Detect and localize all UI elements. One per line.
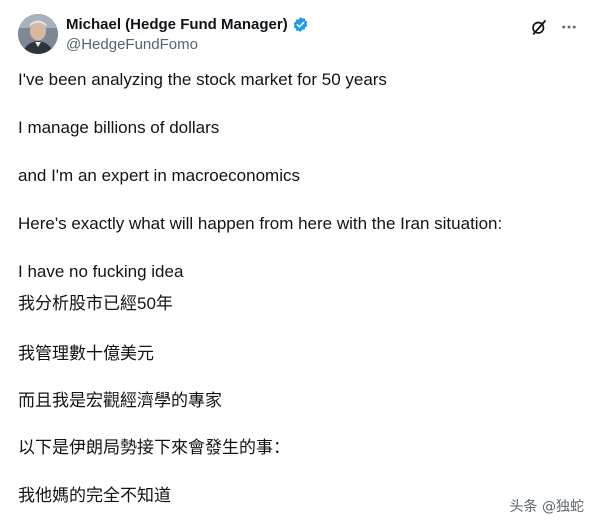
tweet-line: Here's exactly what will happen from her… [18,214,503,233]
tweet-line: 我分析股市已經50年 [18,294,173,313]
avatar-portrait-image [18,14,58,54]
tweet-line: 我管理數十億美元 [18,344,154,363]
tweet-line: I've been analyzing the stock market for… [18,70,387,89]
watermark: 头条 @独蛇 [509,499,584,515]
tweet-line: I have no fucking idea [18,262,184,281]
handle[interactable]: @HedgeFundFomo [66,36,309,53]
tweet-header: Michael (Hedge Fund Manager) @HedgeFundF… [18,10,584,56]
name-row: Michael (Hedge Fund Manager) [66,14,309,34]
tweet-line: 我他媽的完全不知道 [18,486,171,505]
avatar[interactable] [18,14,58,54]
verified-badge-icon [292,16,309,33]
tweet-line: 而且我是宏觀經濟學的專家 [18,391,222,410]
display-name[interactable]: Michael (Hedge Fund Manager) [66,16,288,33]
grok-slash-icon[interactable] [528,16,550,38]
more-horizontal-icon[interactable] [558,16,580,38]
tweet-line: 以下是伊朗局勢接下來會發生的事： [18,438,290,457]
tweet-actions [520,16,580,38]
tweet-line: I manage billions of dollars [18,118,220,137]
tweet-line: and I'm an expert in macroeconomics [18,166,300,185]
author-info: Michael (Hedge Fund Manager) @HedgeFundF… [66,14,309,53]
